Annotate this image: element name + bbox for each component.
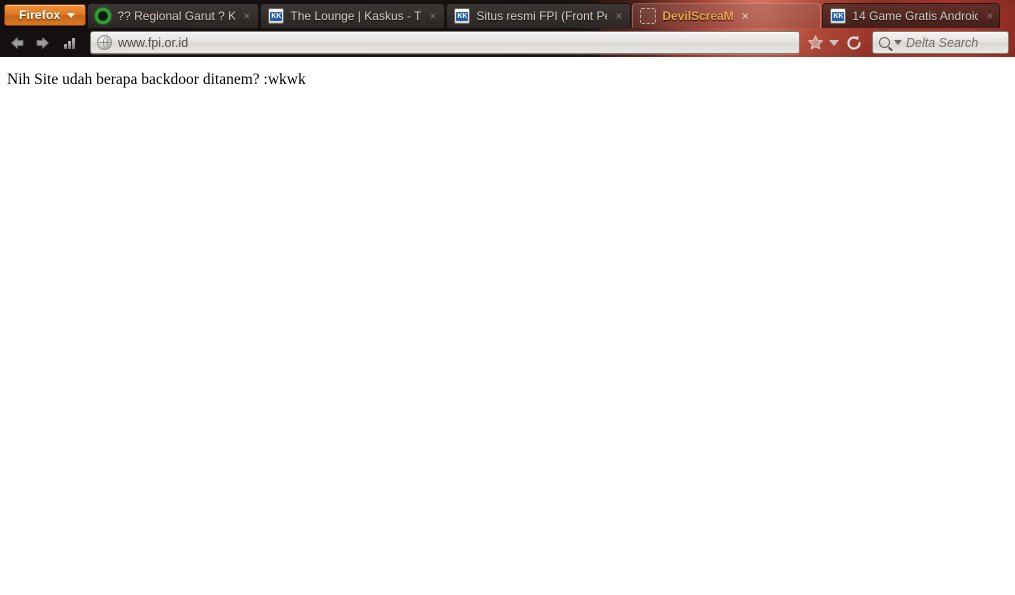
bar-chart-bar-2 bbox=[67, 40, 71, 49]
url-bar[interactable]: www.fpi.or.id bbox=[90, 31, 800, 54]
firefox-app-menu-label: Firefox bbox=[19, 8, 61, 22]
reload-icon[interactable] bbox=[842, 31, 866, 55]
kaskus-favicon-glyph: KK bbox=[832, 11, 845, 21]
browser-tab-the-lounge-kaskus[interactable]: KK The Lounge | Kaskus - Th... × bbox=[260, 3, 446, 28]
chevron-down-glyph bbox=[829, 39, 839, 46]
star-icon[interactable] bbox=[804, 31, 826, 55]
tab-close-icon[interactable]: × bbox=[740, 10, 749, 22]
bar-chart-bar-1 bbox=[63, 43, 67, 49]
kaskus-favicon: KK bbox=[830, 8, 847, 24]
broken-image-favicon bbox=[640, 8, 657, 24]
kaskus-favicon-glyph: KK bbox=[270, 11, 283, 21]
tab-title: The Lounge | Kaskus - Th... bbox=[290, 9, 422, 23]
browser-tab-regional-garut[interactable]: ?? Regional Garut ? Kota I... × bbox=[87, 3, 260, 28]
browser-tab-14-game-gratis-android[interactable]: KK 14 Game Gratis Android ... × bbox=[822, 3, 1001, 28]
tab-close-icon[interactable]: × bbox=[241, 10, 250, 22]
navigation-toolbar: www.fpi.or.id Delta Search bbox=[0, 28, 1015, 57]
page-content-area: Nih Site udah berapa backdoor ditanem? :… bbox=[0, 57, 1015, 595]
tab-strip: Firefox ?? Regional Garut ? Kota I... × … bbox=[0, 0, 1015, 28]
bar-chart-icon[interactable] bbox=[56, 31, 82, 55]
kaskus-favicon: KK bbox=[454, 8, 471, 24]
tab-title: 14 Game Gratis Android ... bbox=[852, 9, 979, 23]
back-arrow-icon[interactable] bbox=[4, 31, 30, 55]
page-body-text: Nih Site udah berapa backdoor ditanem? :… bbox=[7, 71, 306, 88]
firefox-app-menu-button[interactable]: Firefox bbox=[4, 4, 87, 26]
bar-chart-bar-3 bbox=[71, 37, 75, 49]
chevron-down-icon bbox=[67, 12, 76, 18]
kaskus-favicon-glyph: KK bbox=[456, 11, 469, 21]
magnifier-icon bbox=[879, 37, 890, 48]
green-ring-favicon bbox=[95, 8, 112, 24]
url-input[interactable]: www.fpi.or.id bbox=[118, 36, 793, 50]
forward-arrow-icon[interactable] bbox=[30, 31, 56, 55]
tab-close-icon[interactable]: × bbox=[427, 10, 436, 22]
kaskus-favicon: KK bbox=[268, 8, 285, 24]
chevron-down-icon[interactable] bbox=[826, 31, 842, 55]
tab-title: Situs resmi FPI (Front Pe... bbox=[476, 9, 608, 23]
search-bar[interactable]: Delta Search bbox=[872, 31, 1009, 54]
globe-icon bbox=[97, 35, 112, 50]
tab-title: ?? Regional Garut ? Kota I... bbox=[117, 9, 236, 23]
browser-tab-situs-resmi-fpi[interactable]: KK Situs resmi FPI (Front Pe... × bbox=[446, 3, 632, 28]
chevron-down-icon[interactable] bbox=[894, 40, 902, 45]
browser-tab-devilscream[interactable]: DevilScreaM × bbox=[632, 3, 822, 28]
tab-close-icon[interactable]: × bbox=[984, 10, 993, 22]
browser-chrome: Firefox ?? Regional Garut ? Kota I... × … bbox=[0, 0, 1015, 57]
tab-title: DevilScreaM bbox=[662, 9, 734, 23]
search-input[interactable]: Delta Search bbox=[906, 36, 978, 50]
tab-close-icon[interactable]: × bbox=[613, 10, 622, 22]
